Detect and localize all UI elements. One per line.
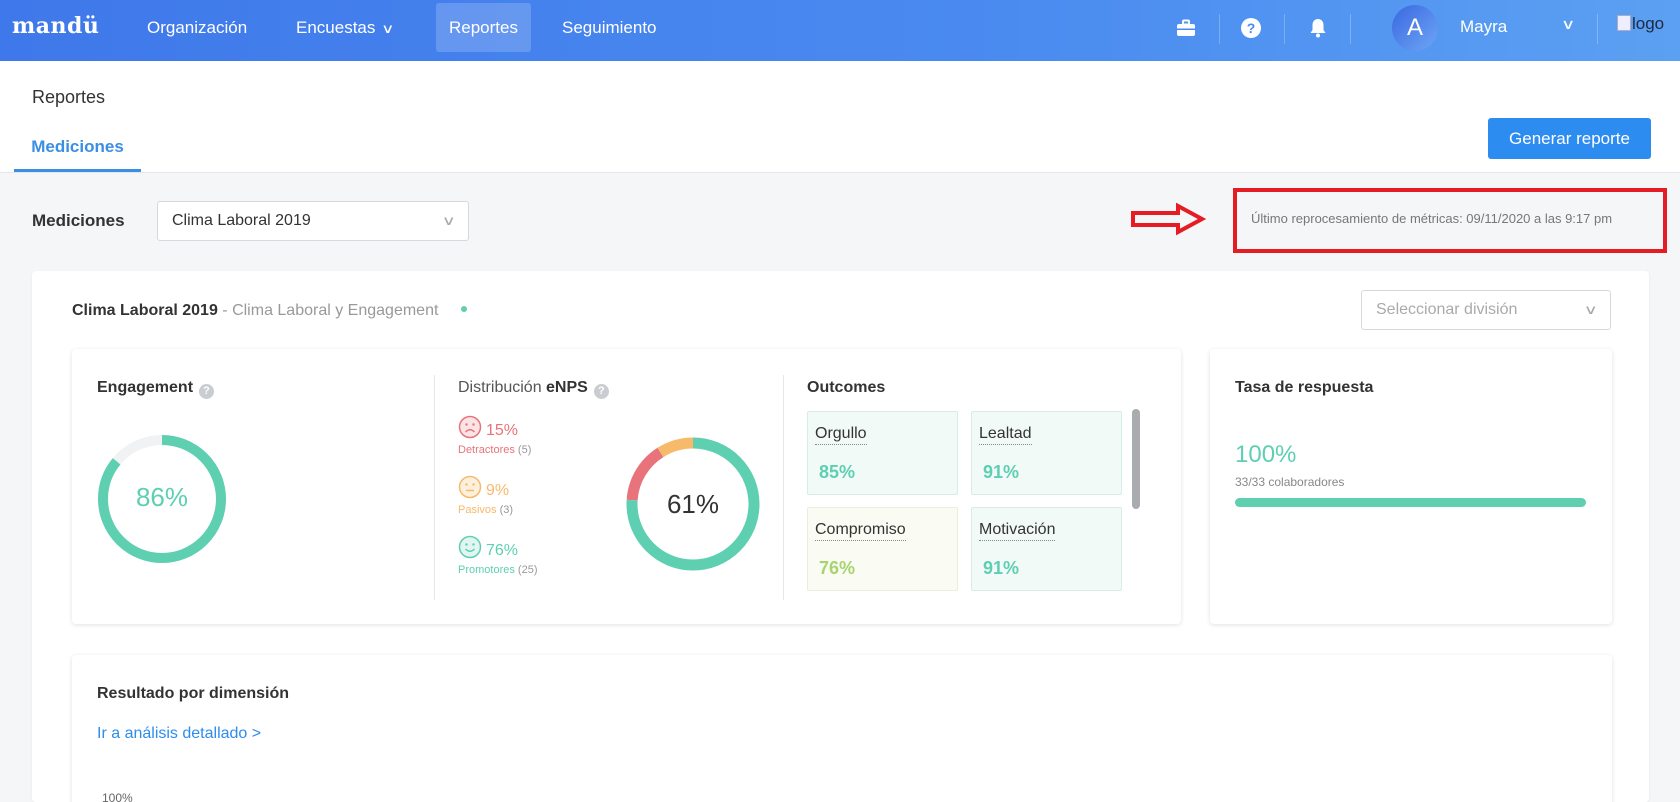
top-navbar: mandü Organización Encuestas ∨ Reportes S…	[0, 0, 1680, 61]
outcomes-grid: Orgullo 85% Lealtad 91% Compromiso 76% M…	[807, 411, 1122, 592]
outcome-tile-motivacion: Motivación 91%	[971, 507, 1122, 591]
outcome-value: 85%	[819, 462, 856, 482]
promoters-caption: Promotores (25)	[458, 564, 537, 576]
brand-logo[interactable]: mandü	[12, 13, 99, 39]
outcome-name[interactable]: Lealtad	[979, 425, 1032, 445]
nav-item-encuestas[interactable]: Encuestas ∨	[283, 3, 406, 52]
generate-report-button[interactable]: Generar reporte	[1488, 118, 1651, 159]
page-header: Reportes Mediciones Generar reporte	[0, 61, 1680, 173]
nav-item-label: Organización	[147, 18, 248, 37]
help-icon[interactable]: ?	[593, 384, 609, 399]
nav-item-label: Reportes	[449, 18, 518, 37]
reprocess-highlight-box: Último reprocesamiento de métricas: 09/1…	[1233, 188, 1667, 253]
enps-promoters: 76% Promotores (25)	[458, 535, 537, 576]
survey-results-card: Clima Laboral 2019 - Clima Laboral y Eng…	[32, 271, 1649, 802]
chevron-down-icon: ∨	[1584, 302, 1599, 317]
outcome-tile-lealtad: Lealtad 91%	[971, 411, 1122, 495]
dimension-title: Resultado por dimensión	[97, 685, 290, 702]
promoters-pct: 76%	[486, 542, 519, 559]
nav-item-reportes[interactable]: Reportes	[436, 3, 531, 52]
outcome-tile-compromiso: Compromiso 76%	[807, 507, 958, 591]
engagement-title-text: Engagement	[97, 379, 194, 396]
metrics-card: Engagement? 86% Distribución eNPS? 15% D…	[72, 349, 1181, 624]
response-rate-card: Tasa de respuesta 100% 33/33 colaborador…	[1210, 349, 1612, 624]
division-select[interactable]: Seleccionar división ∨	[1361, 290, 1611, 330]
enps-title-prefix: Distribución	[458, 379, 547, 396]
outcome-value: 76%	[819, 558, 856, 578]
enps-value: 61%	[666, 489, 720, 519]
response-rate-detail: 33/33 colaboradores	[1235, 475, 1345, 489]
outcome-name[interactable]: Motivación	[979, 521, 1056, 541]
user-name[interactable]: Mayra	[1460, 17, 1507, 37]
outcome-name[interactable]: Compromiso	[815, 521, 906, 541]
outcome-tile-orgullo: Orgullo 85%	[807, 411, 958, 495]
chevron-down-icon[interactable]: ∨	[1561, 16, 1575, 33]
response-rate-title: Tasa de respuesta	[1235, 379, 1374, 396]
section-divider	[434, 375, 435, 600]
enps-title-bold: eNPS	[546, 379, 588, 396]
outcomes-scrollbar[interactable]	[1132, 409, 1140, 509]
page-title: Reportes	[32, 87, 106, 107]
division-select-placeholder: Seleccionar división	[1376, 301, 1518, 318]
response-rate-progress-fill	[1235, 498, 1586, 507]
survey-title: Clima Laboral 2019 - Clima Laboral y Eng…	[72, 302, 467, 320]
neutral-face-icon	[458, 475, 482, 499]
survey-type: - Clima Laboral y Engagement	[222, 302, 439, 319]
help-icon[interactable]: ?	[1239, 16, 1263, 40]
enps-detractors: 15% Detractores (5)	[458, 415, 531, 456]
nav-item-seguimiento[interactable]: Seguimiento	[549, 3, 670, 52]
promoters-label: Promotores	[458, 564, 515, 576]
tab-mediciones[interactable]: Mediciones	[14, 122, 141, 172]
response-rate-value: 100%	[1235, 441, 1297, 468]
passives-count: (3)	[499, 504, 514, 516]
broken-image-icon	[1617, 15, 1631, 31]
axis-tick-label: 100%	[102, 791, 133, 802]
section-divider	[783, 375, 784, 600]
outcome-name[interactable]: Orgullo	[815, 425, 867, 445]
enps-title: Distribución eNPS?	[458, 379, 609, 399]
detractors-caption: Detractores (5)	[458, 444, 531, 456]
detractors-label: Detractores	[458, 444, 515, 456]
nav-item-label: Encuestas	[296, 18, 376, 37]
medicion-select[interactable]: Clima Laboral 2019 ∨	[157, 201, 469, 241]
sad-face-icon	[458, 415, 482, 439]
nav-item-label: Seguimiento	[562, 18, 657, 37]
outcomes-title: Outcomes	[807, 379, 886, 396]
nav-item-organizacion[interactable]: Organización	[134, 3, 260, 52]
nav-divider	[1350, 14, 1351, 44]
svg-text:?: ?	[1247, 20, 1256, 36]
company-logo[interactable]: logo	[1617, 14, 1664, 34]
mediciones-label: Mediciones	[32, 211, 125, 230]
avatar[interactable]: A	[1392, 5, 1438, 51]
nav-divider	[1284, 14, 1285, 44]
dimension-results-card: Resultado por dimensión Ir a análisis de…	[72, 655, 1612, 802]
nav-divider	[1597, 14, 1598, 44]
logo-alt-text: logo	[1632, 14, 1665, 33]
status-dot	[460, 306, 467, 312]
happy-face-icon	[458, 535, 482, 559]
detractors-count: (5)	[517, 444, 532, 456]
survey-name: Clima Laboral 2019	[72, 302, 218, 319]
promoters-count: (25)	[517, 564, 538, 576]
engagement-value: 86%	[135, 482, 189, 512]
briefcase-icon[interactable]	[1174, 16, 1198, 40]
detractors-pct: 15%	[486, 422, 519, 439]
outcome-value: 91%	[983, 462, 1020, 482]
nav-divider	[1219, 14, 1220, 44]
last-reprocess-text: Último reprocesamiento de métricas: 09/1…	[1251, 211, 1613, 226]
passives-label: Pasivos	[458, 504, 497, 516]
enps-passives: 9% Pasivos (3)	[458, 475, 513, 516]
bell-icon[interactable]	[1306, 16, 1330, 40]
chevron-down-icon: ∨	[381, 21, 395, 36]
red-arrow-annotation	[1131, 202, 1206, 236]
medicion-select-value: Clima Laboral 2019	[172, 212, 311, 229]
engagement-title: Engagement?	[97, 379, 215, 399]
passives-caption: Pasivos (3)	[458, 504, 513, 516]
detailed-analysis-link[interactable]: Ir a análisis detallado >	[97, 725, 261, 743]
response-rate-progress	[1235, 498, 1586, 507]
outcome-value: 91%	[983, 558, 1020, 578]
chevron-down-icon: ∨	[442, 213, 457, 228]
passives-pct: 9%	[486, 482, 510, 499]
help-icon[interactable]: ?	[199, 384, 215, 399]
